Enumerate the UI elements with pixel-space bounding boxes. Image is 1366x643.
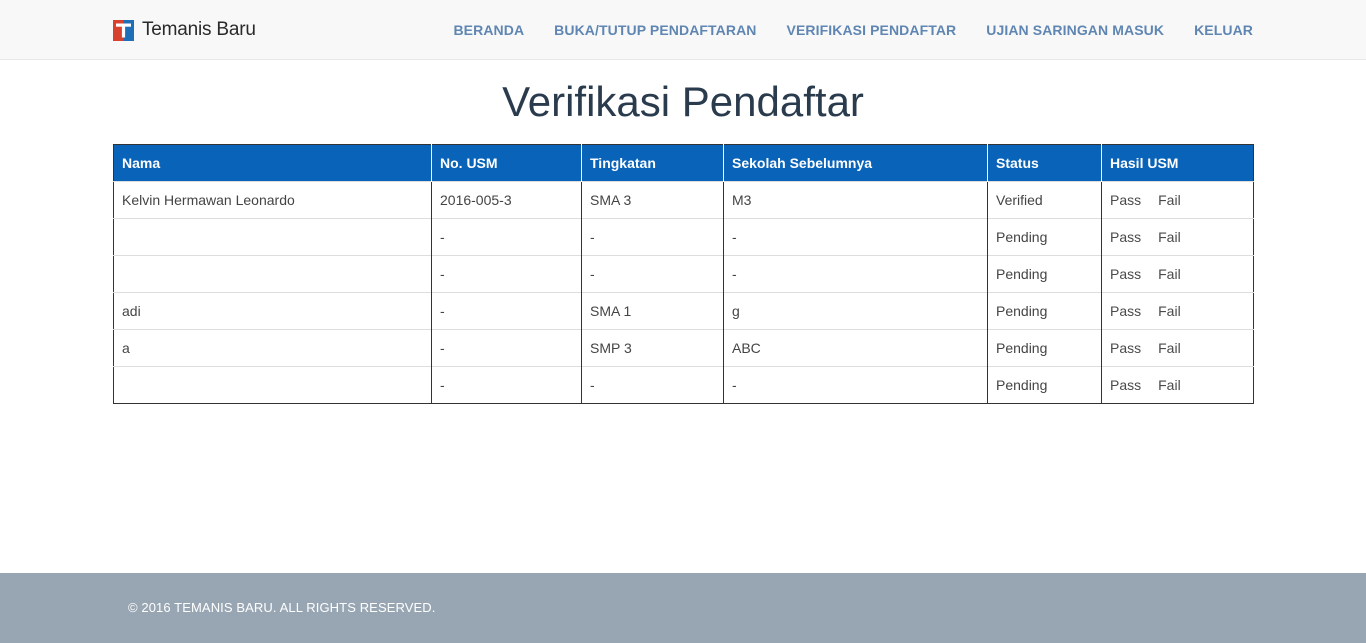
- pass-link[interactable]: Pass: [1110, 377, 1141, 393]
- nav-item-ujian-saringan-masuk[interactable]: UJIAN SARINGAN MASUK: [986, 22, 1164, 38]
- cell-sekolah: -: [723, 218, 988, 256]
- table-row: - - - Pending Pass Fail: [113, 218, 1254, 256]
- table-row: Kelvin Hermawan Leonardo 2016-005-3 SMA …: [113, 181, 1254, 219]
- column-header-sekolah-sebelumnya: Sekolah Sebelumnya: [723, 144, 988, 182]
- nav-item-keluar[interactable]: KELUAR: [1194, 22, 1253, 38]
- cell-sekolah: ABC: [723, 329, 988, 367]
- cell-status: Pending: [987, 218, 1102, 256]
- cell-nama: [113, 218, 432, 256]
- cell-status: Pending: [987, 329, 1102, 367]
- cell-hasil-usm: Pass Fail: [1101, 329, 1254, 367]
- cell-no-usm: -: [431, 329, 582, 367]
- cell-hasil-usm: Pass Fail: [1101, 366, 1254, 404]
- cell-tingkatan: SMA 1: [581, 292, 724, 330]
- column-header-status: Status: [987, 144, 1102, 182]
- fail-link[interactable]: Fail: [1158, 377, 1181, 393]
- pass-link[interactable]: Pass: [1110, 192, 1141, 208]
- table-row: a - SMP 3 ABC Pending Pass Fail: [113, 329, 1254, 367]
- registrant-table-container: Nama No. USM Tingkatan Sekolah Sebelumny…: [113, 144, 1254, 404]
- pass-link[interactable]: Pass: [1110, 303, 1141, 319]
- nav-item-beranda[interactable]: BERANDA: [453, 22, 524, 38]
- cell-no-usm: -: [431, 366, 582, 404]
- cell-sekolah: -: [723, 255, 988, 293]
- copyright-text: © 2016 TEMANIS BARU. ALL RIGHTS RESERVED…: [128, 600, 436, 615]
- page-title: Verifikasi Pendaftar: [502, 78, 864, 125]
- table-row: - - - Pending Pass Fail: [113, 366, 1254, 404]
- pass-link[interactable]: Pass: [1110, 340, 1141, 356]
- column-header-nama: Nama: [113, 144, 432, 182]
- cell-tingkatan: -: [581, 218, 724, 256]
- cell-status: Pending: [987, 366, 1102, 404]
- column-header-no-usm: No. USM: [431, 144, 582, 182]
- fail-link[interactable]: Fail: [1158, 303, 1181, 319]
- cell-tingkatan: SMP 3: [581, 329, 724, 367]
- column-header-tingkatan: Tingkatan: [581, 144, 724, 182]
- cell-sekolah: M3: [723, 181, 988, 219]
- cell-nama: Kelvin Hermawan Leonardo: [113, 181, 432, 219]
- cell-tingkatan: SMA 3: [581, 181, 724, 219]
- nav-item-buka-tutup-pendaftaran[interactable]: BUKA/TUTUP PENDAFTARAN: [554, 22, 756, 38]
- column-header-hasil-usm: Hasil USM: [1101, 144, 1254, 182]
- cell-status: Pending: [987, 292, 1102, 330]
- table-row: adi - SMA 1 g Pending Pass Fail: [113, 292, 1254, 330]
- cell-nama: [113, 366, 432, 404]
- nav-item-verifikasi-pendaftar[interactable]: VERIFIKASI PENDAFTAR: [787, 22, 957, 38]
- table-header-row: Nama No. USM Tingkatan Sekolah Sebelumny…: [113, 144, 1254, 182]
- cell-hasil-usm: Pass Fail: [1101, 292, 1254, 330]
- brand-name: Temanis Baru: [142, 19, 256, 40]
- cell-status: Pending: [987, 255, 1102, 293]
- fail-link[interactable]: Fail: [1158, 340, 1181, 356]
- fail-link[interactable]: Fail: [1158, 266, 1181, 282]
- table-row: - - - Pending Pass Fail: [113, 255, 1254, 293]
- cell-no-usm: -: [431, 292, 582, 330]
- cell-nama: [113, 255, 432, 293]
- cell-nama: adi: [113, 292, 432, 330]
- cell-hasil-usm: Pass Fail: [1101, 181, 1254, 219]
- cell-tingkatan: -: [581, 255, 724, 293]
- cell-no-usm: -: [431, 255, 582, 293]
- cell-no-usm: 2016-005-3: [431, 181, 582, 219]
- footer: © 2016 TEMANIS BARU. ALL RIGHTS RESERVED…: [0, 573, 1366, 643]
- brand-link[interactable]: Temanis Baru: [113, 19, 256, 41]
- cell-nama: a: [113, 329, 432, 367]
- registrant-table: Nama No. USM Tingkatan Sekolah Sebelumny…: [113, 144, 1254, 404]
- pass-link[interactable]: Pass: [1110, 229, 1141, 245]
- pass-link[interactable]: Pass: [1110, 266, 1141, 282]
- cell-sekolah: -: [723, 366, 988, 404]
- fail-link[interactable]: Fail: [1158, 229, 1181, 245]
- temanis-logo-icon: [113, 19, 134, 41]
- navbar: Temanis Baru BERANDA BUKA/TUTUP PENDAFTA…: [0, 0, 1366, 60]
- cell-no-usm: -: [431, 218, 582, 256]
- cell-tingkatan: -: [581, 366, 724, 404]
- cell-status: Verified: [987, 181, 1102, 219]
- cell-sekolah: g: [723, 292, 988, 330]
- cell-hasil-usm: Pass Fail: [1101, 218, 1254, 256]
- cell-hasil-usm: Pass Fail: [1101, 255, 1254, 293]
- fail-link[interactable]: Fail: [1158, 192, 1181, 208]
- main-nav: BERANDA BUKA/TUTUP PENDAFTARAN VERIFIKAS…: [453, 0, 1253, 60]
